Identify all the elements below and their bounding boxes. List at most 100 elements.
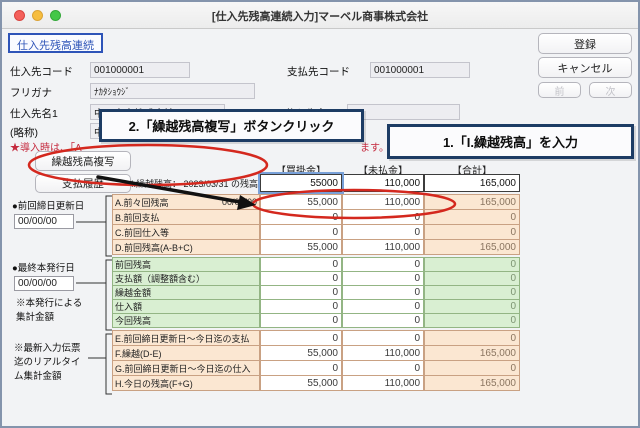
cell-total: 0: [424, 224, 520, 240]
cell-amount: 0: [342, 224, 424, 240]
cell-total: 0: [424, 257, 520, 272]
group-bracket-realtime: [88, 334, 112, 394]
last-issue-date-label: ●最終本発行日: [12, 260, 75, 274]
cell-total: 0: [424, 209, 520, 225]
table-row: 今回残高000: [112, 313, 520, 328]
cell-amount: 0: [342, 330, 424, 346]
table-row: G.前回締日更新日～今日迄の仕入000: [112, 360, 520, 376]
cell-amount: 0: [342, 271, 424, 286]
register-button[interactable]: 登録: [538, 33, 632, 54]
callout-step2: 2.「繰越残高複写」ボタンクリック: [99, 109, 364, 142]
row-label: 支払額（調整額含む）: [112, 271, 260, 286]
cell-total: 165,000: [424, 345, 520, 361]
prev-closing-update-label: ●前回締日更新日: [12, 198, 84, 212]
table-row: I.繰越残高： 2023/03/31 の残高55000110,000165,00…: [112, 174, 520, 192]
issue-total-note-line1: ※本発行による: [16, 295, 82, 309]
cell-amount: 0: [260, 330, 342, 346]
table-row: F.繰越(D-E)55,000110,000165,000: [112, 345, 520, 361]
cell-amount: 0: [342, 313, 424, 328]
balance-table: 【買掛金】【未払金】【合計】I.繰越残高： 2023/03/31 の残高5500…: [112, 162, 520, 391]
cell-amount: 110,000: [342, 345, 424, 361]
app-window: [仕入先残高連続入力]マーベル商事株式会社 仕入先残高連続 登録 キャンセル 前…: [0, 0, 640, 428]
screen-name-badge: 仕入先残高連続: [8, 33, 103, 53]
table-row: H.今日の残高(F+G)55,000110,000165,000: [112, 375, 520, 391]
cell-total: 0: [424, 271, 520, 286]
cell-amount: 0: [260, 271, 342, 286]
row-label: I.繰越残高： 2023/03/31 の残高: [112, 174, 260, 192]
cell-amount: 0: [342, 257, 424, 272]
row-label: C.前回仕入等: [112, 224, 260, 240]
supplier-code-label: 仕入先コード: [10, 64, 73, 79]
cell-total: 165,000: [424, 375, 520, 391]
realtime-total-note-line1: ※最新入力伝票: [14, 340, 81, 354]
row-label: F.繰越(D-E): [112, 345, 260, 361]
cell-amount: 0: [342, 285, 424, 300]
previous-button[interactable]: 前: [538, 82, 581, 98]
row-label: A.前々回残高00/00/00: [112, 194, 260, 210]
row-label: 今回残高: [112, 313, 260, 328]
cell-amount: 110,000: [342, 239, 424, 255]
table-row: 前回残高000: [112, 257, 520, 272]
cell-total: 165,000: [424, 239, 520, 255]
cell-amount: 55,000: [260, 239, 342, 255]
last-issue-date-field[interactable]: 00/00/00: [14, 276, 74, 291]
cell-amount: 55,000: [260, 194, 342, 210]
table-row: B.前回支払000: [112, 209, 520, 225]
cell-amount: 0: [260, 299, 342, 314]
cell-total: 0: [424, 285, 520, 300]
callout-step1: 1.「I.繰越残高」を入力: [387, 124, 634, 159]
table-row: E.前回締日更新日～今日迄の支払000: [112, 330, 520, 346]
realtime-total-note-line3: ム集計金額: [14, 368, 62, 382]
issue-total-note-line2: 集計金額: [16, 309, 54, 323]
prev-closing-date-field[interactable]: 00/00/00: [14, 214, 74, 229]
table-row: 仕入額000: [112, 299, 520, 314]
cell-amount: 55,000: [260, 375, 342, 391]
cell-total[interactable]: 165,000: [424, 174, 520, 192]
cell-total: 0: [424, 360, 520, 376]
row-label: 仕入額: [112, 299, 260, 314]
table-row: 支払額（調整額含む）000: [112, 271, 520, 286]
cell-total: 0: [424, 330, 520, 346]
table-row: 繰越金額000: [112, 285, 520, 300]
abbreviation-label: (略称): [10, 125, 38, 140]
cell-amount: 0: [260, 360, 342, 376]
title-bar: [仕入先残高連続入力]マーベル商事株式会社: [2, 2, 638, 29]
cell-amount: 110,000: [342, 194, 424, 210]
cell-amount: 0: [342, 360, 424, 376]
cell-amount[interactable]: 55000: [260, 174, 342, 192]
window-title: [仕入先残高連続入力]マーベル商事株式会社: [2, 8, 638, 24]
cell-amount: 0: [260, 285, 342, 300]
cell-amount: 0: [260, 313, 342, 328]
row-label: B.前回支払: [112, 209, 260, 225]
payee-code-label: 支払先コード: [287, 64, 350, 79]
cell-total: 0: [424, 299, 520, 314]
table-row: A.前々回残高00/00/0055,000110,000165,000: [112, 194, 520, 210]
cell-amount: 0: [260, 257, 342, 272]
cell-total: 0: [424, 313, 520, 328]
cell-amount: 55,000: [260, 345, 342, 361]
cell-amount: 0: [260, 209, 342, 225]
furigana-label: フリガナ: [10, 85, 52, 100]
next-button[interactable]: 次: [589, 82, 632, 98]
cell-amount: 0: [342, 209, 424, 225]
row-label: 繰越金額: [112, 285, 260, 300]
cell-total: 165,000: [424, 194, 520, 210]
table-row: C.前回仕入等000: [112, 224, 520, 240]
row-label: H.今日の残高(F+G): [112, 375, 260, 391]
cell-amount[interactable]: 110,000: [342, 174, 424, 192]
cell-amount: 0: [342, 299, 424, 314]
row-label: G.前回締日更新日～今日迄の仕入: [112, 360, 260, 376]
intro-note-right: ます。: [360, 139, 389, 154]
cancel-button[interactable]: キャンセル: [538, 57, 632, 78]
realtime-total-note-line2: 迄のリアルタイ: [14, 354, 80, 368]
row-label: 前回残高: [112, 257, 260, 272]
supplier-code-input[interactable]: [90, 62, 190, 78]
table-row: D.前回残高(A-B+C)55,000110,000165,000: [112, 239, 520, 255]
row-label: D.前回残高(A-B+C): [112, 239, 260, 255]
supplier-name1-label: 仕入先名1: [10, 106, 58, 121]
cell-amount: 110,000: [342, 375, 424, 391]
furigana-input[interactable]: [90, 83, 255, 99]
cell-amount: 0: [260, 224, 342, 240]
payee-code-input[interactable]: [370, 62, 470, 78]
row-label: E.前回締日更新日～今日迄の支払: [112, 330, 260, 346]
